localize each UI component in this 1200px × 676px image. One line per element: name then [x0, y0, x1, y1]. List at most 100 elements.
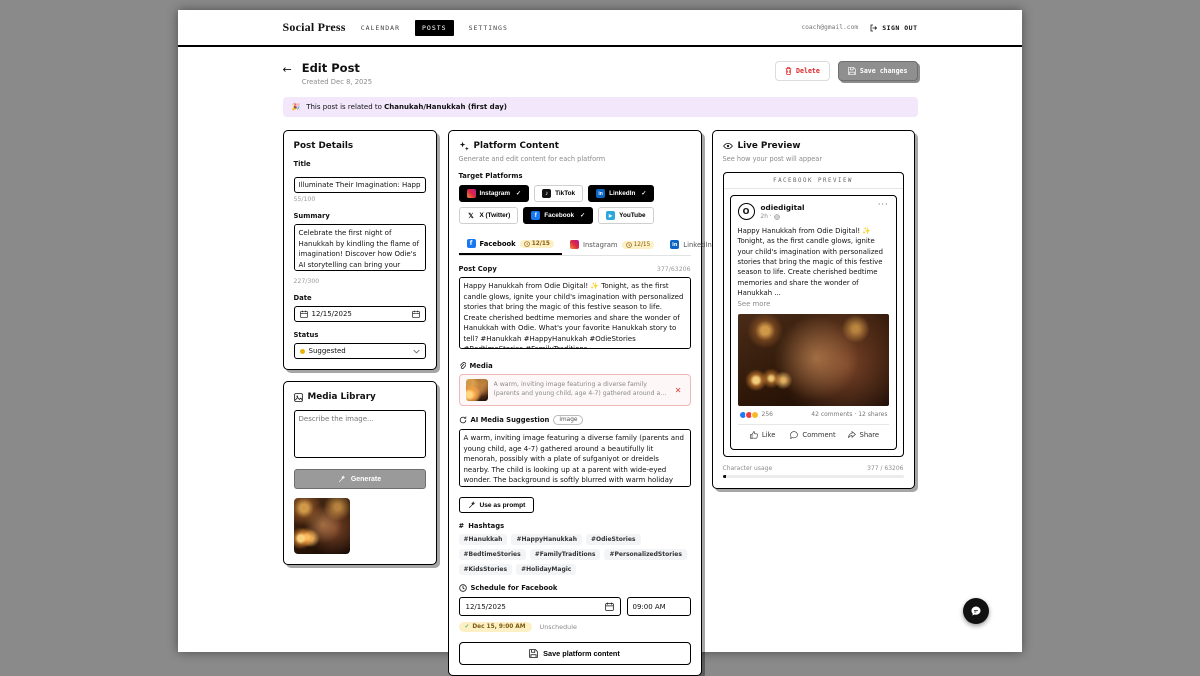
chat-fab-button[interactable]: [963, 598, 989, 624]
sign-out-button[interactable]: SIGN OUT: [870, 24, 917, 32]
date-label: Date: [294, 294, 426, 302]
platform-content-heading: Platform Content: [474, 141, 559, 151]
status-select[interactable]: Suggested: [294, 343, 426, 359]
platform-tiktok-button[interactable]: ♪TikTok: [534, 185, 583, 202]
character-usage-value: 377 / 63206: [867, 465, 903, 472]
schedule-time-input[interactable]: 09:00 AM: [627, 597, 691, 616]
tab-instagram[interactable]: Instagram 12/15: [562, 235, 662, 254]
like-button[interactable]: Like: [738, 425, 788, 442]
generate-button[interactable]: Generate: [294, 469, 426, 489]
hashtag-list: #Hanukkah #HappyHanukkah #OdieStories #B…: [459, 534, 691, 575]
refresh-icon: [459, 416, 467, 424]
schedule-label: Schedule for Facebook: [459, 584, 691, 592]
live-preview-card: Live Preview See how your post will appe…: [712, 130, 915, 489]
unschedule-link[interactable]: Unschedule: [540, 623, 577, 631]
facebook-schedule-badge: 12/15: [520, 240, 554, 248]
image-icon: [294, 393, 303, 402]
image-description-input[interactable]: [294, 410, 426, 458]
platform-linkedin-button[interactable]: inLinkedIn: [588, 185, 654, 202]
created-date: Created Dec 8, 2025: [302, 78, 372, 86]
facebook-post-card: O odiedigital 2h · ··· Happy Hanukkah fr…: [730, 195, 897, 450]
hashtags-label: # Hashtags: [459, 522, 691, 530]
comments-shares-count: 42 comments · 12 shares: [811, 411, 887, 418]
ai-media-suggestion-label: AI Media Suggestion image: [459, 415, 691, 425]
hashtag-pill[interactable]: #Hanukkah: [459, 534, 508, 545]
attached-media-thumbnail[interactable]: [466, 379, 488, 401]
use-as-prompt-button[interactable]: Use as prompt: [459, 497, 535, 513]
summary-input[interactable]: Celebrate the first night of Hanukkah by…: [294, 224, 426, 271]
youtube-icon: ▶: [606, 211, 615, 220]
save-icon: [529, 649, 538, 658]
status-dot: [300, 349, 305, 354]
nav-posts[interactable]: POSTS: [415, 20, 454, 36]
facebook-icon: f: [531, 211, 540, 220]
summary-label: Summary: [294, 212, 426, 220]
facebook-preview-box: FACEBOOK PREVIEW O odiedigital 2h ·: [723, 172, 904, 457]
attached-media-description: A warm, inviting image featuring a diver…: [494, 381, 667, 399]
preview-platform-header: FACEBOOK PREVIEW: [724, 173, 903, 189]
hashtag-pill[interactable]: #HolidayMagic: [516, 564, 576, 575]
clock-icon: [459, 584, 467, 592]
platform-tabs: f Facebook 12/15 Instagram 12/15: [459, 234, 691, 256]
hashtag-pill[interactable]: #PersonalizedStories: [604, 549, 686, 560]
thumbs-up-icon: [750, 431, 758, 439]
delete-button[interactable]: Delete: [775, 61, 830, 81]
status-label: Status: [294, 331, 426, 339]
instagram-icon: [570, 240, 579, 249]
schedule-date-input[interactable]: 12/15/2025: [459, 597, 621, 616]
hash-icon: #: [459, 522, 465, 530]
hashtag-pill[interactable]: #FamilyTraditions: [530, 549, 601, 560]
nav-calendar[interactable]: CALENDAR: [361, 24, 400, 32]
user-email: coach@gmail.com: [801, 24, 858, 31]
media-library-thumbnail[interactable]: [294, 498, 350, 554]
share-button[interactable]: Share: [838, 425, 888, 442]
live-preview-subtitle: See how your post will appear: [723, 155, 904, 163]
hashtag-pill[interactable]: #KidsStories: [459, 564, 513, 575]
nav-settings[interactable]: SETTINGS: [469, 24, 508, 32]
post-copy-label: Post Copy: [459, 265, 497, 273]
sparkles-icon: [459, 141, 469, 151]
tab-facebook[interactable]: f Facebook 12/15: [459, 234, 562, 255]
hashtag-pill[interactable]: #HappyHanukkah: [511, 534, 582, 545]
post-menu-icon[interactable]: ···: [878, 203, 889, 207]
title-input[interactable]: [294, 177, 426, 193]
post-copy-input[interactable]: Happy Hanukkah from Odie Digital! ✨ Toni…: [459, 277, 691, 349]
chat-bubble-icon: [970, 605, 982, 617]
post-meta: 2h ·: [761, 214, 805, 220]
summary-char-count: 227/300: [294, 278, 426, 285]
comment-button[interactable]: Comment: [788, 425, 838, 442]
hashtag-pill[interactable]: #OdieStories: [586, 534, 641, 545]
app-logo: Social Press: [283, 20, 346, 35]
check-icon: ✓: [465, 624, 470, 630]
wand-icon: [338, 475, 346, 483]
remove-media-icon[interactable]: ✕: [673, 386, 684, 395]
scheduled-badge: ✓ Dec 15, 9:00 AM: [459, 622, 532, 632]
post-details-heading: Post Details: [294, 141, 426, 151]
platform-x-button[interactable]: 𝕏X (Twitter): [459, 207, 519, 224]
app-window: Social Press CALENDAR POSTS SETTINGS coa…: [178, 10, 1022, 652]
save-changes-button[interactable]: Save changes: [838, 61, 918, 81]
paperclip-icon: [459, 362, 466, 370]
preview-post-image: [738, 314, 889, 406]
see-more-link[interactable]: See more: [738, 300, 889, 308]
platform-instagram-button[interactable]: Instagram: [459, 185, 530, 202]
hashtag-pill[interactable]: #BedtimeStories: [459, 549, 526, 560]
date-input[interactable]: 12/15/2025: [294, 306, 426, 322]
eye-icon: [723, 142, 733, 150]
character-usage-label: Character usage: [723, 465, 773, 472]
comment-icon: [790, 431, 798, 439]
chevron-down-icon: [413, 349, 420, 354]
platform-youtube-button[interactable]: ▶YouTube: [598, 207, 653, 224]
reaction-icons: [739, 411, 757, 419]
media-library-card: Media Library Generate: [283, 381, 437, 565]
platform-facebook-button[interactable]: fFacebook: [523, 207, 593, 224]
page-title: Edit Post: [302, 61, 372, 75]
post-details-card: Post Details Title 55/100 Summary Celebr…: [283, 130, 437, 370]
back-arrow-icon[interactable]: ←: [283, 63, 292, 76]
ai-suggestion-type-badge: image: [553, 415, 583, 425]
attached-media-row: A warm, inviting image featuring a diver…: [459, 374, 691, 406]
calendar-picker-icon[interactable]: [412, 310, 420, 318]
ai-suggestion-input[interactable]: A warm, inviting image featuring a diver…: [459, 429, 691, 487]
save-icon: [848, 67, 856, 75]
reaction-count: 256: [762, 411, 773, 418]
